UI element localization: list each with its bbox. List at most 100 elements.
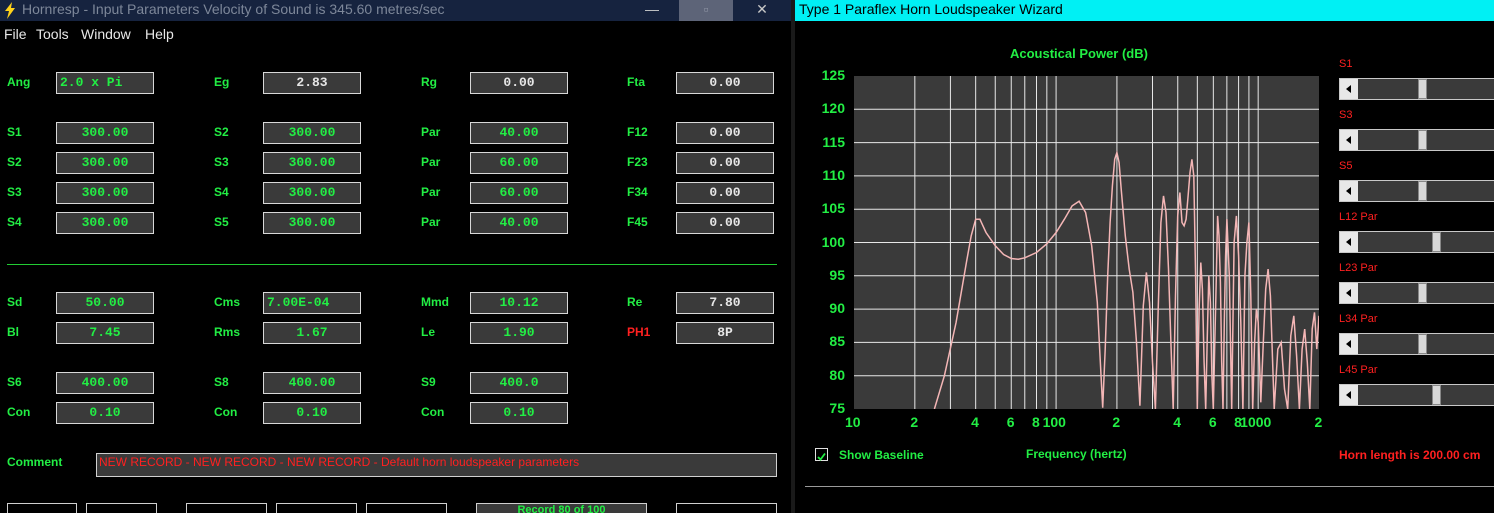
- title-bar[interactable]: Type 1 Paraflex Horn Loudspeaker Wizard: [795, 0, 1494, 21]
- input-parameters-window: Hornresp - Input Parameters Velocity of …: [0, 0, 791, 513]
- scroll-left-arrow-icon[interactable]: [1340, 79, 1358, 99]
- bottom-button-5[interactable]: [366, 503, 447, 513]
- param-field-ang[interactable]: 2.0 x Pi: [56, 72, 154, 94]
- param-field-s4[interactable]: 300.00: [263, 182, 361, 204]
- param-label-bl: Bl: [7, 325, 19, 339]
- bottom-button-2[interactable]: [86, 503, 157, 513]
- param-field-con[interactable]: 0.10: [56, 402, 154, 424]
- slider-thumb[interactable]: [1418, 79, 1428, 99]
- menu-tools[interactable]: Tools: [36, 26, 69, 42]
- show-baseline-checkbox[interactable]: [815, 448, 828, 461]
- param-field-s4[interactable]: 300.00: [56, 212, 154, 234]
- comment-field[interactable]: NEW RECORD - NEW RECORD - NEW RECORD - D…: [96, 453, 777, 477]
- y-tick-label: 90: [829, 300, 845, 317]
- param-field-f34[interactable]: 0.00: [676, 182, 774, 204]
- param-field-re[interactable]: 7.80: [676, 292, 774, 314]
- param-field-le[interactable]: 1.90: [470, 322, 568, 344]
- param-field-rms[interactable]: 1.67: [263, 322, 361, 344]
- slider-l45-par[interactable]: [1339, 384, 1494, 406]
- param-field-par[interactable]: 40.00: [470, 122, 568, 144]
- x-tick-label: 4: [1173, 414, 1182, 430]
- slider-thumb[interactable]: [1432, 385, 1442, 405]
- param-label-con: Con: [421, 405, 445, 419]
- param-label-par: Par: [421, 215, 441, 229]
- maximize-button[interactable]: ▫: [679, 0, 733, 21]
- bottom-button-1[interactable]: [7, 503, 77, 513]
- bottom-button-7[interactable]: [676, 503, 777, 513]
- param-field-par[interactable]: 60.00: [470, 182, 568, 204]
- x-axis-label: Frequency (hertz): [1026, 447, 1127, 461]
- param-label-s2: S2: [214, 125, 229, 139]
- scroll-left-arrow-icon[interactable]: [1340, 130, 1358, 150]
- param-field-con[interactable]: 0.10: [470, 402, 568, 424]
- section-divider: [7, 264, 777, 265]
- slider-l12-par[interactable]: [1339, 231, 1494, 253]
- menu-help[interactable]: Help: [145, 26, 174, 42]
- comment-label: Comment: [7, 455, 63, 469]
- param-field-f12[interactable]: 0.00: [676, 122, 774, 144]
- y-tick-label: 85: [829, 333, 845, 350]
- scroll-left-arrow-icon[interactable]: [1340, 334, 1358, 354]
- record-counter-button[interactable]: Record 80 of 100: [476, 503, 647, 513]
- slider-thumb[interactable]: [1418, 130, 1428, 150]
- param-label-par: Par: [421, 185, 441, 199]
- bottom-rule: [805, 486, 1494, 487]
- slider-thumb[interactable]: [1418, 334, 1428, 354]
- y-tick-label: 100: [821, 233, 845, 250]
- param-label-ph1: PH1: [627, 325, 651, 339]
- title-bar[interactable]: Hornresp - Input Parameters Velocity of …: [0, 0, 791, 21]
- param-label-cms: Cms: [214, 295, 241, 309]
- slider-thumb[interactable]: [1432, 232, 1442, 252]
- minimize-button[interactable]: —: [625, 0, 679, 21]
- param-field-s3[interactable]: 300.00: [263, 152, 361, 174]
- param-field-par[interactable]: 40.00: [470, 212, 568, 234]
- param-field-s2[interactable]: 300.00: [263, 122, 361, 144]
- param-field-s1[interactable]: 300.00: [56, 122, 154, 144]
- slider-l34-par[interactable]: [1339, 333, 1494, 355]
- scroll-left-arrow-icon[interactable]: [1340, 283, 1358, 303]
- series-line-0: [933, 149, 1320, 410]
- slider-s3[interactable]: [1339, 129, 1494, 151]
- y-tick-label: 125: [821, 67, 845, 83]
- param-field-f45[interactable]: 0.00: [676, 212, 774, 234]
- scroll-left-arrow-icon[interactable]: [1340, 232, 1358, 252]
- param-field-s3[interactable]: 300.00: [56, 182, 154, 204]
- param-field-mmd[interactable]: 10.12: [470, 292, 568, 314]
- param-field-rg[interactable]: 0.00: [470, 72, 568, 94]
- x-tick-label: 6: [1208, 414, 1217, 430]
- param-field-s5[interactable]: 300.00: [263, 212, 361, 234]
- param-field-s6[interactable]: 400.00: [56, 372, 154, 394]
- param-label-s3: S3: [214, 155, 229, 169]
- param-field-s9[interactable]: 400.0: [470, 372, 568, 394]
- menu-file[interactable]: File: [4, 26, 27, 42]
- param-field-cms[interactable]: 7.00E-04: [263, 292, 361, 314]
- close-button[interactable]: ✕: [735, 0, 789, 21]
- slider-s5[interactable]: [1339, 180, 1494, 202]
- menu-window[interactable]: Window: [81, 26, 131, 42]
- param-field-s8[interactable]: 400.00: [263, 372, 361, 394]
- param-label-rg: Rg: [421, 75, 437, 89]
- param-label-fta: Fta: [627, 75, 645, 89]
- param-field-ph1[interactable]: 8P: [676, 322, 774, 344]
- bottom-button-3[interactable]: [186, 503, 267, 513]
- param-field-par[interactable]: 60.00: [470, 152, 568, 174]
- show-baseline-label[interactable]: Show Baseline: [839, 448, 924, 462]
- horn-length-label: Horn length is 200.00 cm: [1339, 448, 1481, 462]
- slider-l23-par[interactable]: [1339, 282, 1494, 304]
- bottom-button-4[interactable]: [276, 503, 357, 513]
- slider-s1[interactable]: [1339, 78, 1494, 100]
- y-tick-label: 120: [821, 100, 845, 117]
- param-field-f23[interactable]: 0.00: [676, 152, 774, 174]
- param-field-fta[interactable]: 0.00: [676, 72, 774, 94]
- scroll-left-arrow-icon[interactable]: [1340, 385, 1358, 405]
- param-field-s2[interactable]: 300.00: [56, 152, 154, 174]
- scroll-left-arrow-icon[interactable]: [1340, 181, 1358, 201]
- param-field-bl[interactable]: 7.45: [56, 322, 154, 344]
- param-label-f23: F23: [627, 155, 648, 169]
- param-field-sd[interactable]: 50.00: [56, 292, 154, 314]
- x-tick-label: 8: [1031, 414, 1040, 430]
- slider-thumb[interactable]: [1418, 283, 1428, 303]
- param-field-eg[interactable]: 2.83: [263, 72, 361, 94]
- param-field-con[interactable]: 0.10: [263, 402, 361, 424]
- slider-thumb[interactable]: [1418, 181, 1428, 201]
